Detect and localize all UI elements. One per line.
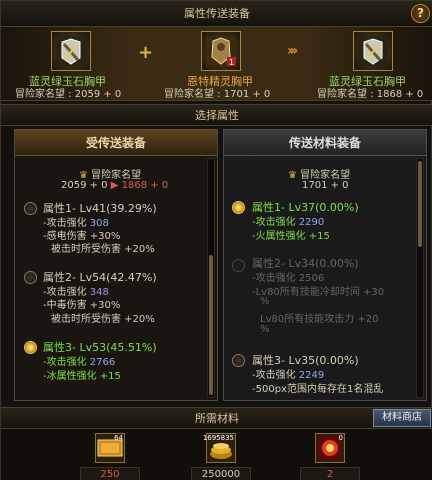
material-panel-title: 传送材料装备: [224, 130, 426, 156]
source-attr3-line2: -冰属性强化 +15: [43, 371, 121, 382]
source-attr2-line2: -中毒伤害 +30%: [43, 300, 121, 311]
source-attr1-radio[interactable]: [24, 202, 37, 215]
source-fame: 冒险家名望 : 2059 + 0: [15, 89, 122, 100]
material-slot-1[interactable]: 64: [95, 433, 125, 463]
material-3-value: 2: [300, 467, 360, 480]
source-attr3-radio[interactable]: [24, 341, 37, 354]
window-title-text: 属性传送装备: [184, 7, 250, 20]
transfer-bar: 蓝灵绿玉石胸甲 冒险家名望 : 2059 + 0 + 1 恩特精灵胸甲 冒险家名…: [1, 27, 432, 101]
source-attr2-line3: 被击时所受伤害 +20%: [51, 314, 155, 325]
material-scroll-thumb[interactable]: [418, 161, 422, 247]
source-attr1-line3: 被击时所受伤害 +20%: [51, 244, 155, 255]
material-slot-2[interactable]: 1695835: [202, 433, 236, 463]
source-attr3-line1: -攻击强化 2766: [43, 357, 116, 368]
material-attr2-line3b: %: [260, 324, 270, 335]
material-attr1-line2: -火属性强化 +15: [252, 231, 330, 242]
material-2-value: 250000: [191, 467, 251, 480]
crown-icon: ♛: [288, 170, 297, 181]
source-panel-title: 受传送装备: [15, 130, 217, 156]
material-attr2-line2b: %: [260, 296, 270, 307]
required-materials: 所需材料 材料商店 64 250 1695835 250000 0 2: [1, 407, 432, 480]
material-2-count: 1695835: [202, 434, 234, 442]
result-fame: 冒险家名望 : 1868 + 0: [317, 89, 424, 100]
material-shop-button[interactable]: 材料商店: [373, 409, 431, 427]
help-button[interactable]: ?: [411, 4, 430, 23]
material-fame: 冒险家名望 : 1701 + 0: [164, 89, 271, 100]
window-title: 属性传送装备 ?: [1, 1, 432, 27]
material-attr1-radio[interactable]: [232, 201, 245, 214]
materials-title: 所需材料: [1, 407, 432, 429]
material-attr3-line2: -500px范围内每存在1名混乱: [252, 384, 384, 395]
source-fame-change: 2059 + 0 ▶ 1868 + 0: [61, 180, 169, 191]
material-item-slot[interactable]: 1: [201, 31, 241, 71]
material-1-value: 250: [80, 467, 140, 480]
source-attr2-radio[interactable]: [24, 271, 37, 284]
material-attr3-line1: -攻击强化 2249: [252, 370, 325, 381]
breastplate-icon: [358, 36, 388, 66]
source-attr-panel: 受传送装备 ♛ 冒险家名望 2059 + 0 ▶ 1868 + 0 属性1- L…: [14, 129, 218, 401]
transfer-arrows-icon: ›››: [287, 43, 298, 59]
material-fame-row: ♛ 冒险家名望: [288, 170, 351, 181]
material-fame-value: 1701 + 0: [302, 180, 349, 191]
material-1-count: 64: [114, 434, 123, 442]
material-attr2-line2: -Lv80所有技能冷却时间 +30: [252, 287, 385, 298]
material-attr1-line1: -攻击强化 2290: [252, 217, 325, 228]
material-3-count: 0: [338, 434, 343, 442]
material-attr-panel: 传送材料装备 ♛ 冒险家名望 1701 + 0 属性1- Lv37(0.00%)…: [223, 129, 427, 401]
source-scroll-thumb[interactable]: [209, 255, 213, 395]
result-item-slot[interactable]: [353, 31, 393, 71]
elf-breastplate-icon: 1: [206, 36, 236, 67]
breastplate-icon: [56, 36, 86, 66]
material-attr2-line1: -攻击强化 2506: [252, 273, 325, 284]
material-scrollbar[interactable]: [416, 158, 424, 398]
material-slot-3[interactable]: 0: [315, 433, 345, 463]
plus-icon: +: [138, 42, 154, 63]
attribute-transfer-window: 属性传送装备 ? 蓝灵绿玉石胸甲 冒险家名望 : 2059 + 0 + 1 恩特…: [0, 0, 432, 480]
material-attr3-radio[interactable]: [232, 354, 245, 367]
select-attribute-title: 选择属性: [1, 104, 432, 126]
material-attr2-radio: [232, 259, 245, 272]
source-item-slot[interactable]: [51, 31, 91, 71]
source-scrollbar[interactable]: [207, 158, 215, 398]
svg-text:1: 1: [229, 58, 234, 67]
source-fame-row: ♛ 冒险家名望: [79, 170, 142, 181]
material-attr2-line3: Lv80所有技能攻击力 +20: [260, 314, 379, 325]
arrow-right-icon: ▶: [110, 180, 119, 191]
